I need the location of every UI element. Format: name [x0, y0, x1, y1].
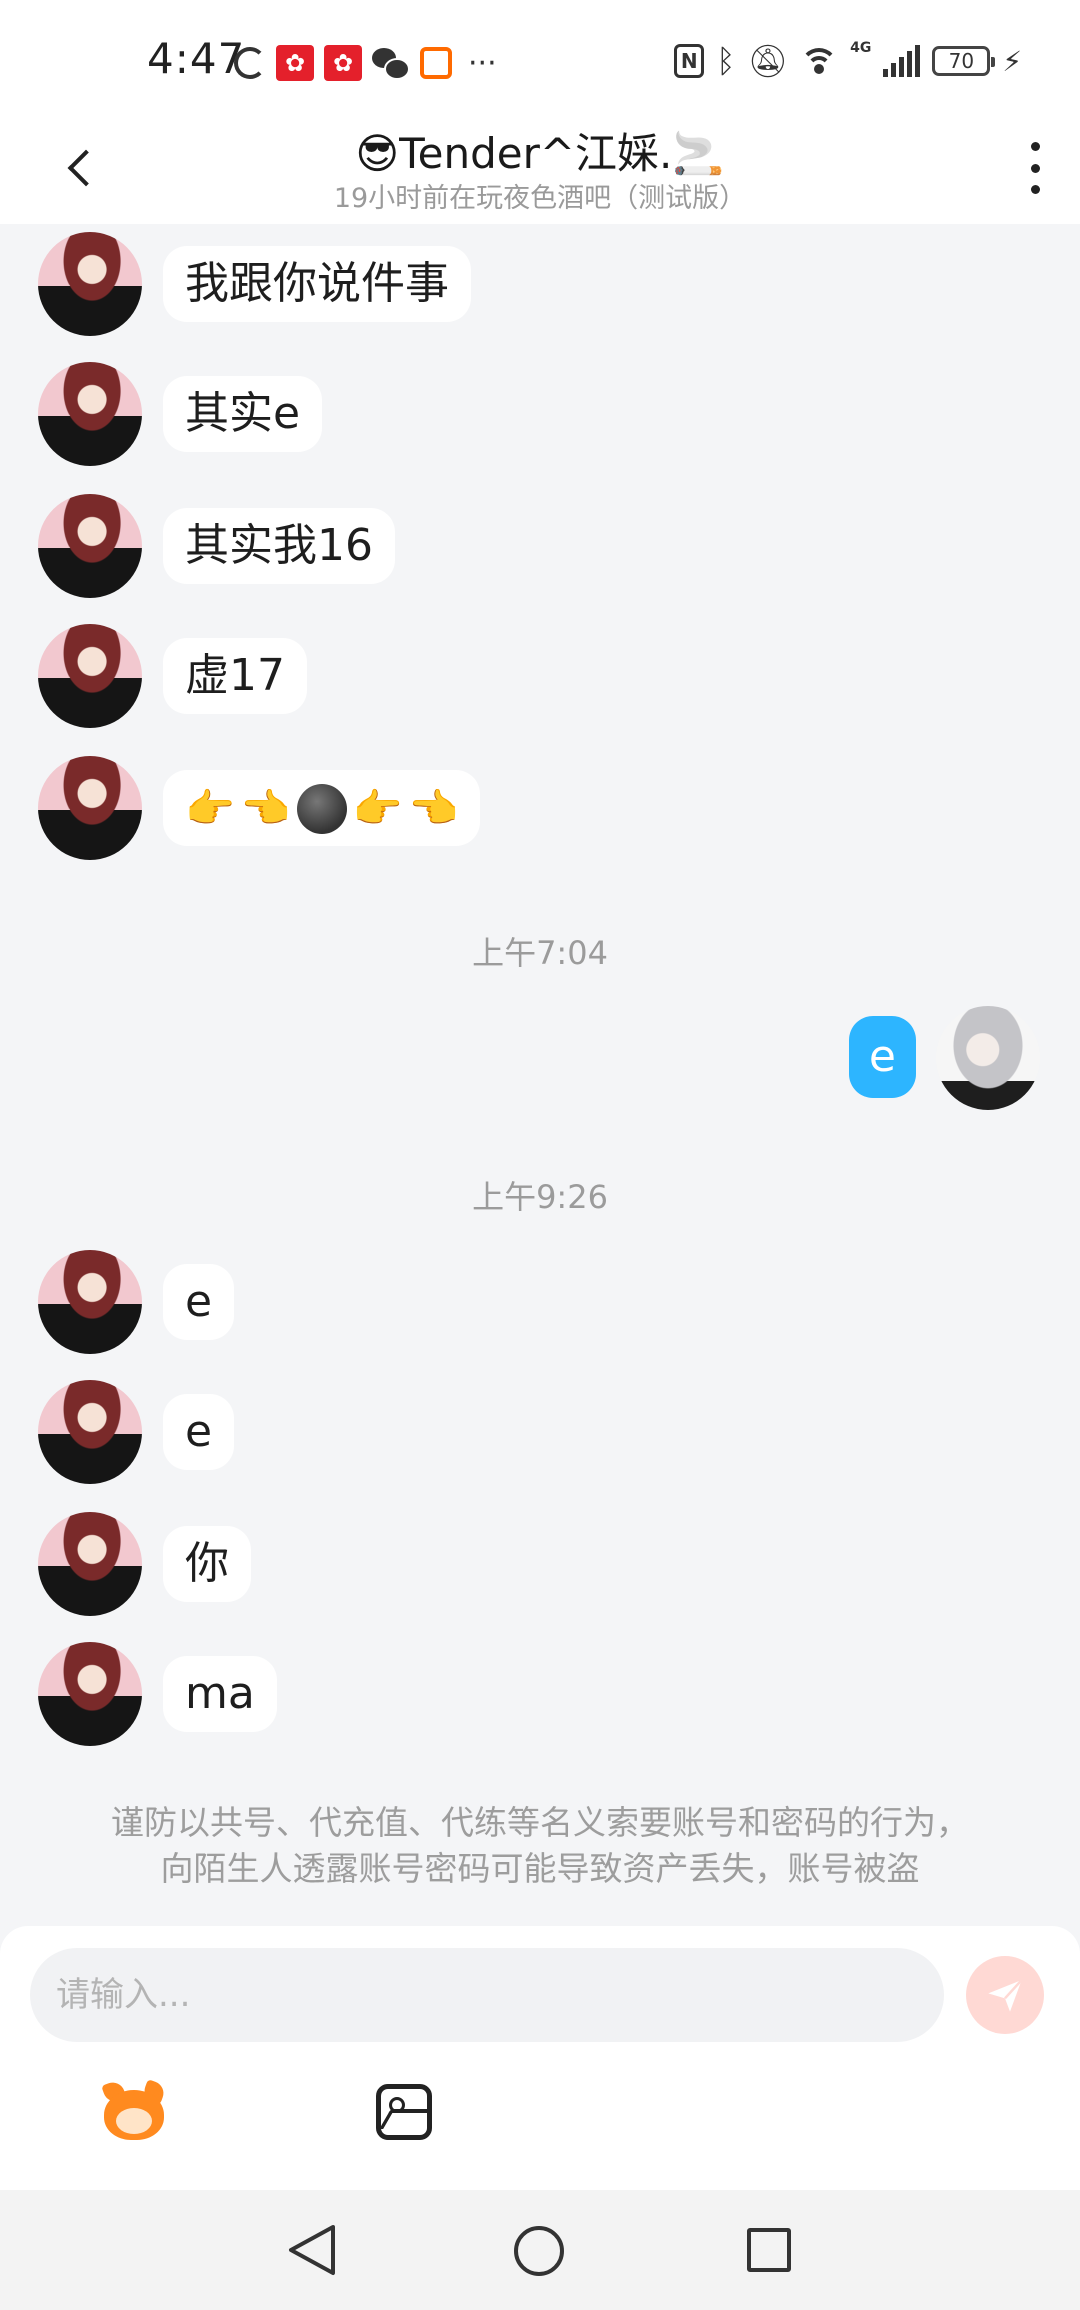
- message-row: e: [0, 1380, 1080, 1490]
- message-bubble[interactable]: 我跟你说件事: [163, 246, 471, 322]
- nav-recent-icon[interactable]: [747, 2228, 791, 2272]
- message-row: 👉 👈 👉 👈: [0, 756, 1080, 866]
- signal-icon: [883, 45, 921, 77]
- battery-icon: 70: [932, 46, 996, 76]
- pointing-left-emoji: 👈: [240, 786, 291, 832]
- nav-back-icon[interactable]: [285, 2222, 339, 2278]
- back-icon: [67, 149, 105, 187]
- system-nav-bar: [0, 2190, 1080, 2310]
- contact-avatar[interactable]: [38, 624, 142, 728]
- wifi-icon: [800, 46, 839, 76]
- message-input[interactable]: [30, 1948, 944, 2042]
- my-avatar[interactable]: [936, 1006, 1040, 1110]
- contact-avatar[interactable]: [38, 1380, 142, 1484]
- message-bubble[interactable]: 其实我16: [163, 508, 395, 584]
- message-bubble[interactable]: 其实e: [163, 376, 323, 452]
- app-notification-icon: [420, 47, 452, 79]
- contact-avatar[interactable]: [38, 1642, 142, 1746]
- message-row: 其实e: [0, 362, 1080, 472]
- app-notification-icon: ✿: [276, 45, 314, 81]
- message-timestamp: 上午7:04: [472, 934, 608, 972]
- contact-avatar[interactable]: [38, 362, 142, 466]
- message-row: e: [0, 1250, 1080, 1360]
- send-button[interactable]: [966, 1956, 1044, 2034]
- chat-subtitle: 19小时前在玩夜色酒吧（测试版）: [333, 183, 747, 214]
- image-button[interactable]: [376, 2084, 432, 2140]
- bell-muted-icon: 🔕︎: [747, 42, 789, 80]
- message-row-mine: e: [0, 1006, 1080, 1116]
- contact-avatar[interactable]: [38, 232, 142, 336]
- battery-level: 70: [948, 49, 975, 73]
- contact-avatar[interactable]: [38, 1250, 142, 1354]
- my-message-bubble[interactable]: e: [848, 1016, 916, 1098]
- more-notifications-icon: ···: [468, 45, 497, 81]
- send-icon: [988, 1979, 1023, 2012]
- message-bubble[interactable]: ma: [163, 1656, 277, 1732]
- message-row: ma: [0, 1642, 1080, 1752]
- back-button[interactable]: [56, 138, 106, 198]
- pointing-right-emoji: 👉: [185, 786, 235, 832]
- charging-icon: ⚡︎: [1002, 44, 1022, 78]
- contact-avatar[interactable]: [38, 1512, 142, 1616]
- message-bubble[interactable]: 虚17: [163, 638, 307, 714]
- more-icon: [1030, 142, 1040, 151]
- app-notification-icon: ✿: [324, 45, 362, 81]
- emoji-message-bubble[interactable]: 👉 👈 👉 👈: [163, 770, 481, 846]
- message-list[interactable]: 我跟你说件事 其实e 其实我16 虚17 👉 👈 👉 👈 上午7:04 e 上午…: [0, 224, 1080, 1924]
- contact-avatar[interactable]: [38, 494, 142, 598]
- warning-line: 谨防以共号、代充值、代练等名义索要账号和密码的行为，: [111, 1803, 969, 1842]
- pointing-right-emoji: 👉: [352, 786, 403, 832]
- sticker-button[interactable]: [98, 2079, 170, 2144]
- loading-icon: [234, 47, 266, 79]
- message-row: 我跟你说件事: [0, 232, 1080, 342]
- sticker-icon: [104, 2090, 164, 2140]
- pointing-left-emoji: 👈: [408, 786, 459, 832]
- chat-header: 😎Tender^江婇.🚬 19小时前在玩夜色酒吧（测试版）: [0, 120, 1080, 224]
- nfc-icon: N: [674, 44, 705, 78]
- new-moon-face-emoji: [296, 784, 347, 834]
- notification-icons: ✿ ✿ ···: [234, 44, 497, 82]
- security-warning: 谨防以共号、代充值、代练等名义索要账号和密码的行为， 向陌生人透露账号密码可能导…: [60, 1800, 1020, 1892]
- message-bubble[interactable]: e: [163, 1264, 235, 1340]
- message-bubble[interactable]: 你: [163, 1526, 251, 1602]
- message-bubble[interactable]: e: [163, 1394, 235, 1470]
- wechat-icon: [372, 46, 410, 80]
- more-button[interactable]: [1020, 136, 1050, 200]
- contact-avatar[interactable]: [38, 756, 142, 860]
- input-panel: [0, 1926, 1080, 2190]
- message-row: 你: [0, 1512, 1080, 1622]
- bluetooth-icon: ᛒ: [716, 42, 736, 80]
- system-icons: N ᛒ 🔕︎ 4G 70 ⚡︎: [674, 40, 1022, 82]
- status-time: 4:47: [147, 34, 246, 83]
- message-row: 虚17: [0, 624, 1080, 734]
- nav-home-icon[interactable]: [514, 2226, 564, 2276]
- warning-line: 向陌生人透露账号密码可能导致资产丢失，账号被盗: [160, 1849, 920, 1888]
- status-bar: 4:47 ✿ ✿ ··· N ᛒ 🔕︎ 4G 70 ⚡︎: [0, 0, 1080, 120]
- network-type: 4G: [850, 40, 872, 56]
- chat-title: 😎Tender^江婇.🚬: [355, 129, 725, 178]
- message-timestamp: 上午9:26: [472, 1178, 608, 1216]
- message-row: 其实我16: [0, 494, 1080, 604]
